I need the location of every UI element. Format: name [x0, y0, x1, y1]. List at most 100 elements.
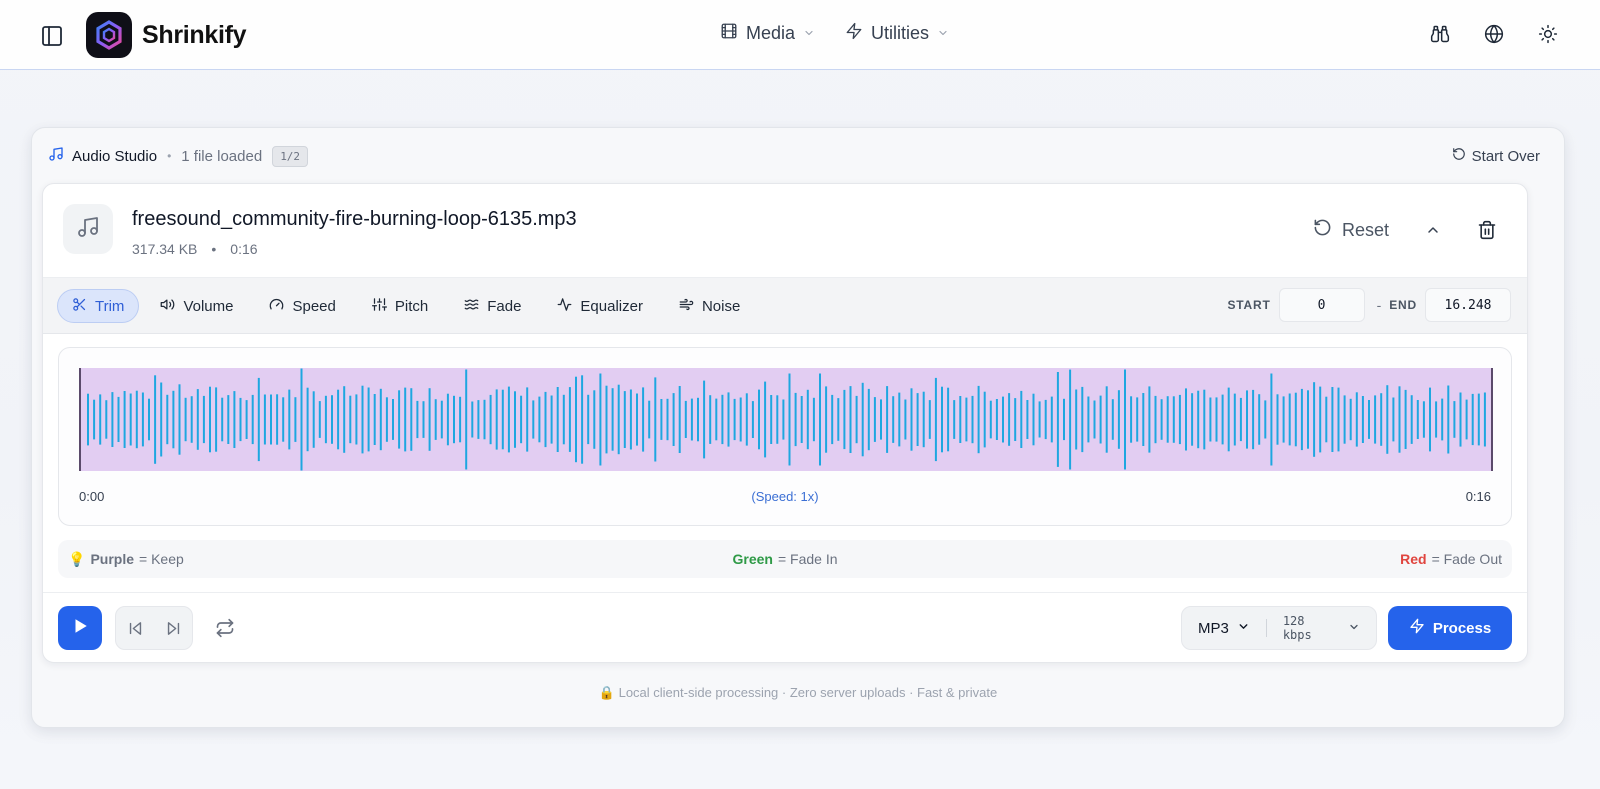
- waveform-bar: [727, 392, 730, 447]
- waveform-bar: [245, 400, 248, 439]
- waveform-bar: [1282, 396, 1285, 443]
- nav-media[interactable]: Media: [720, 22, 815, 45]
- collapse-chevron-up-icon[interactable]: [1425, 222, 1441, 238]
- sun-icon[interactable]: [1536, 22, 1560, 46]
- waveform-bar: [715, 398, 718, 441]
- waveform-bar: [1471, 393, 1474, 446]
- waveform-bar: [1172, 396, 1175, 443]
- legend-fade-out: Red = Fade Out: [1400, 551, 1502, 567]
- legend-purple-word: Purple: [90, 551, 135, 567]
- waveform-bar: [629, 389, 632, 450]
- speed-label: (Speed: 1x): [751, 489, 819, 504]
- bitrate-select[interactable]: 128 kbps: [1283, 614, 1360, 642]
- file-actions: Reset: [1313, 218, 1497, 242]
- nav-utilities[interactable]: Utilities: [845, 22, 949, 45]
- waveform-bar: [1209, 397, 1212, 442]
- brand[interactable]: Shrinkify: [86, 12, 247, 58]
- waveform-bar: [562, 394, 565, 445]
- waveform-bar: [514, 391, 516, 448]
- file-duration: 0:16: [230, 241, 258, 257]
- skip-back-icon[interactable]: [127, 620, 144, 637]
- waveform-bar: [636, 393, 638, 446]
- waves-icon: [464, 297, 479, 316]
- waveform-bar: [1331, 387, 1334, 452]
- waveform-bar: [257, 377, 260, 462]
- waveform-bar: [489, 394, 492, 445]
- brand-logo-icon: [86, 12, 132, 58]
- color-legend: 💡 Purple = Keep Green = Fade In Red = Fa…: [58, 540, 1512, 578]
- waveform-bar: [532, 400, 535, 439]
- waveform-bar: [825, 386, 828, 453]
- waveform-bar: [928, 400, 931, 439]
- waveform-bar: [379, 388, 382, 451]
- repeat-icon[interactable]: [213, 616, 237, 640]
- skip-forward-icon[interactable]: [165, 620, 182, 637]
- waveform-bar: [892, 396, 895, 443]
- tab-label: Noise: [701, 297, 741, 315]
- end-label: END: [1389, 298, 1417, 312]
- waveform-bar: [812, 397, 815, 442]
- waveform-bar: [880, 399, 882, 440]
- waveform-bar: [1441, 398, 1444, 441]
- legend-fade-out-text: = Fade Out: [1431, 551, 1502, 567]
- legend-red-word: Red: [1400, 551, 1427, 567]
- waveform-bar: [648, 400, 651, 439]
- tab-equalizer[interactable]: Equalizer: [542, 289, 658, 323]
- waveform-bar: [1160, 399, 1163, 440]
- privacy-note: 🔒 Local client-side processing · Zero se…: [598, 685, 998, 700]
- waveform-bar: [1313, 382, 1316, 457]
- tab-volume[interactable]: Volume: [145, 289, 248, 323]
- tab-label: Equalizer: [580, 297, 643, 315]
- tab-label: Fade: [487, 297, 522, 315]
- reset-button[interactable]: Reset: [1313, 218, 1389, 242]
- waveform-bar: [788, 373, 791, 466]
- waveform-bar: [434, 399, 437, 440]
- play-button[interactable]: [58, 606, 102, 650]
- waveform-bar: [556, 387, 559, 452]
- tab-noise[interactable]: Noise: [664, 289, 755, 323]
- dot-separator: •: [167, 149, 172, 163]
- nav-utilities-label: Utilities: [871, 23, 930, 43]
- start-input[interactable]: [1278, 288, 1365, 322]
- waveform-bar: [1081, 386, 1084, 453]
- waveform-bar: [324, 395, 327, 444]
- tab-label: Volume: [183, 297, 234, 315]
- waveform-bar: [1154, 395, 1157, 444]
- waveform[interactable]: [79, 368, 1493, 471]
- tab-pitch[interactable]: Pitch: [357, 289, 443, 323]
- start-over-button[interactable]: Start Over: [1452, 147, 1540, 165]
- music-note-icon: [76, 215, 100, 244]
- volume-icon: [160, 297, 175, 316]
- waveform-bar: [422, 401, 425, 438]
- waveform-bar: [93, 399, 96, 440]
- sidebar-toggle-icon[interactable]: [38, 22, 66, 50]
- process-button[interactable]: Process: [1388, 606, 1512, 650]
- waveform-bar: [477, 400, 480, 439]
- waveform-bar: [1477, 393, 1480, 446]
- waveform-bar: [318, 401, 321, 438]
- tab-fade[interactable]: Fade: [449, 289, 536, 323]
- waveform-bar: [251, 394, 254, 445]
- waveform-bar: [440, 400, 443, 439]
- chevron-down-icon: [1237, 620, 1250, 637]
- tab-speed[interactable]: Speed: [254, 289, 350, 323]
- waveform-bar: [776, 395, 779, 444]
- waveform-bar: [1105, 386, 1108, 453]
- binoculars-icon[interactable]: [1428, 22, 1452, 46]
- trash-icon[interactable]: [1477, 220, 1497, 240]
- waveform-bar: [270, 394, 272, 445]
- header-actions: [1428, 22, 1560, 46]
- trim-end-handle[interactable]: [1491, 368, 1493, 471]
- waveform-bar: [593, 390, 596, 449]
- waveform-bar: [520, 395, 523, 444]
- waveform-bar: [642, 387, 645, 452]
- globe-icon[interactable]: [1482, 22, 1506, 46]
- format-select[interactable]: MP3: [1198, 620, 1250, 637]
- trim-start-handle[interactable]: [79, 368, 81, 471]
- waveform-bar: [544, 391, 547, 448]
- waveform-bar: [184, 397, 187, 442]
- waveform-bar: [843, 389, 846, 450]
- waveform-bar: [373, 394, 376, 445]
- end-input[interactable]: [1425, 288, 1511, 322]
- tab-trim[interactable]: Trim: [57, 289, 140, 323]
